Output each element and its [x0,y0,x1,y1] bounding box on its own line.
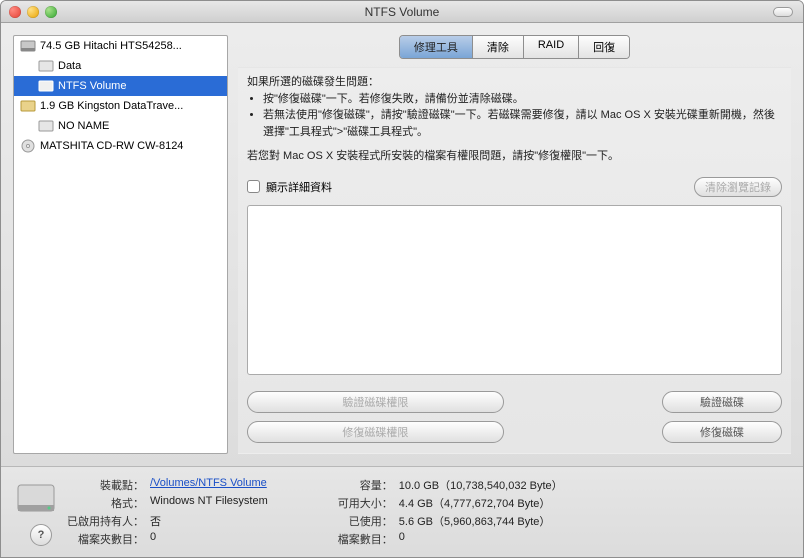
external-disk-icon [20,98,36,114]
info-value: 5.6 GB（5,960,863,744 Byte） [399,513,563,529]
mount-point-link[interactable]: /Volumes/NTFS Volume [150,477,268,493]
info-value: 0 [150,531,268,547]
tab-bar: 修理工具 清除 RAID 回復 [238,35,791,59]
show-details-label: 顯示詳細資料 [266,179,332,195]
instructions: 如果所選的磁碟發生問題： 按"修復磁碟"一下。若修復失敗，請備份並清除磁碟。 若… [247,74,782,165]
sidebar-item-label: NO NAME [58,120,109,132]
tab-raid[interactable]: RAID [524,36,579,58]
tab-restore[interactable]: 回復 [579,36,629,58]
info-footer: 裝載點： /Volumes/NTFS Volume 格式： Windows NT… [1,466,803,557]
info-label: 已使用： [338,513,393,529]
sidebar-item-disk-hitachi[interactable]: 74.5 GB Hitachi HTS54258... [14,36,227,56]
info-label: 裝載點： [67,477,144,493]
optical-disc-icon [20,138,36,154]
device-sidebar: 74.5 GB Hitachi HTS54258... Data NTFS Vo… [13,35,228,454]
instructions-note: 若您對 Mac OS X 安裝程式所安裝的檔案有權限問題，請按"修復權限"一下。 [247,148,782,165]
show-details-checkbox[interactable] [247,180,260,193]
clear-history-button[interactable]: 清除瀏覽記錄 [694,177,782,197]
info-value: 10.0 GB（10,738,540,032 Byte） [399,477,563,493]
help-button[interactable]: ? [30,524,52,546]
sidebar-item-optical[interactable]: MATSHITA CD-RW CW-8124 [14,136,227,156]
repair-disk-button[interactable]: 修復磁碟 [662,421,782,443]
volume-icon [38,78,54,94]
info-label: 檔案夾數目： [67,531,144,547]
info-value: 4.4 GB（4,777,672,704 Byte） [399,495,563,511]
volume-icon [38,58,54,74]
info-label: 容量： [338,477,393,493]
sidebar-item-label: NTFS Volume [58,80,126,92]
volume-icon [38,118,54,134]
sidebar-item-disk-kingston[interactable]: 1.9 GB Kingston DataTrave... [14,96,227,116]
titlebar: NTFS Volume [1,1,803,23]
sidebar-item-label: 74.5 GB Hitachi HTS54258... [40,40,182,52]
info-label: 格式： [67,495,144,511]
disk-utility-window: NTFS Volume 74.5 GB Hitachi HTS54258... … [0,0,804,558]
info-right: 容量： 10.0 GB（10,738,540,032 Byte） 可用大小： 4… [338,477,563,547]
sidebar-item-volume-data[interactable]: Data [14,56,227,76]
verify-permissions-button[interactable]: 驗證磁碟權限 [247,391,504,413]
internal-disk-icon [20,38,36,54]
sidebar-item-volume-ntfs[interactable]: NTFS Volume [14,76,227,96]
toolbar-pill-icon[interactable] [773,7,793,17]
sidebar-item-label: 1.9 GB Kingston DataTrave... [40,100,183,112]
sidebar-item-label: Data [58,60,81,72]
info-label: 已啟用持有人： [67,513,144,529]
info-value: 否 [150,513,268,529]
instructions-bullet: 按"修復磁碟"一下。若修復失敗，請備份並清除磁碟。 [263,91,782,108]
disk-large-icon [15,477,57,519]
instructions-bullet: 若無法使用"修復磁碟"，請按"驗證磁碟"一下。若磁碟需要修復，請以 Mac OS… [263,107,782,140]
info-value: Windows NT Filesystem [150,495,268,511]
verify-disk-button[interactable]: 驗證磁碟 [662,391,782,413]
log-output [247,205,782,376]
tab-erase[interactable]: 清除 [473,36,524,58]
window-title: NTFS Volume [1,5,803,19]
first-aid-panel: 如果所選的磁碟發生問題： 按"修復磁碟"一下。若修復失敗，請備份並清除磁碟。 若… [238,67,791,454]
repair-permissions-button[interactable]: 修復磁碟權限 [247,421,504,443]
tab-first-aid[interactable]: 修理工具 [400,36,473,58]
info-label: 檔案數目： [338,531,393,547]
info-value: 0 [399,531,563,547]
sidebar-item-label: MATSHITA CD-RW CW-8124 [40,140,183,152]
info-left: 裝載點： /Volumes/NTFS Volume 格式： Windows NT… [67,477,268,547]
instructions-heading: 如果所選的磁碟發生問題： [247,74,782,91]
sidebar-item-volume-noname[interactable]: NO NAME [14,116,227,136]
info-label: 可用大小： [338,495,393,511]
